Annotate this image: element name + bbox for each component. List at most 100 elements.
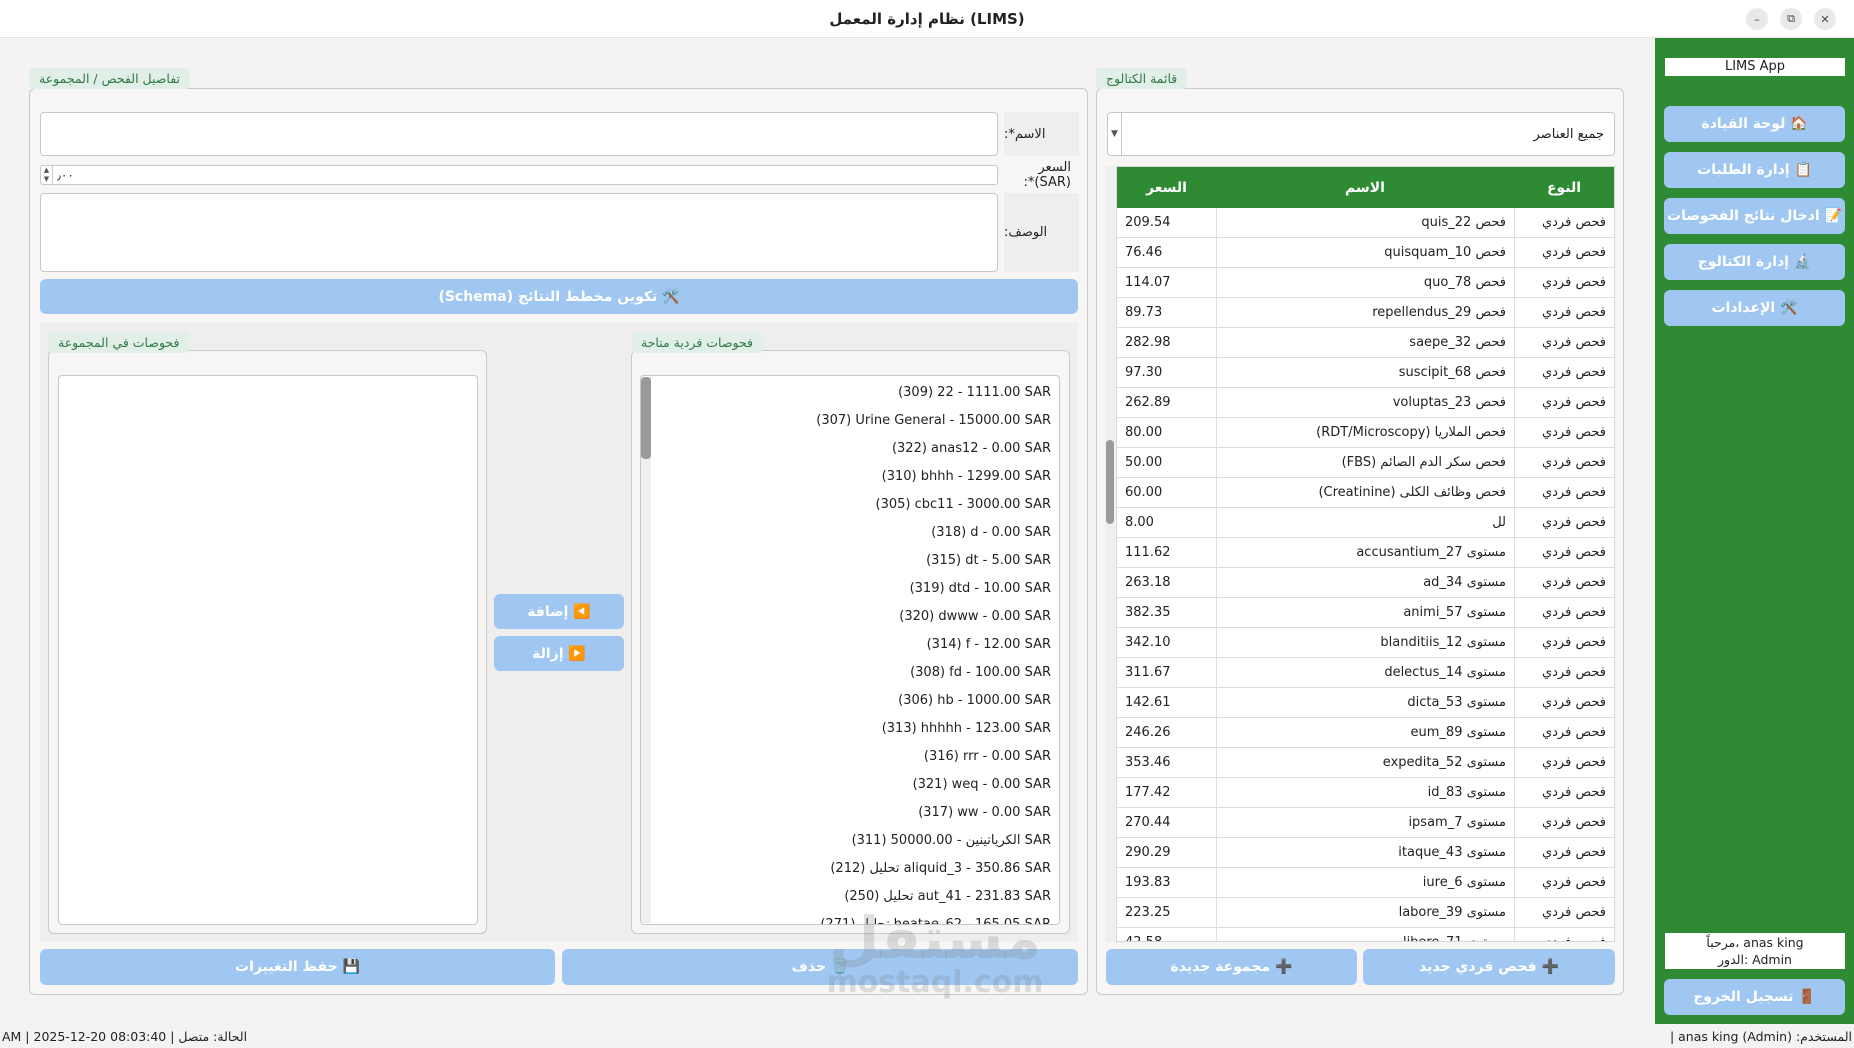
table-row[interactable]: فحص فردي فحص وظائف الكلى (Creatinine) 60.0…	[1117, 478, 1614, 508]
cell-price: 342.10	[1125, 635, 1171, 650]
cell-type: فحص فردي	[1514, 538, 1614, 567]
price-spinbox[interactable]: ▲ ▼ ٫٠٠	[40, 165, 998, 185]
catalog-scrollbar-thumb[interactable]	[1106, 440, 1114, 524]
catalog-filter-value: جميع العناصر	[1533, 126, 1604, 142]
list-item[interactable]: (321) weq - 0.00 SAR	[641, 770, 1059, 798]
add-to-group-button[interactable]: ◀️ إضافة	[494, 594, 624, 629]
cell-type: فحص فردي	[1514, 748, 1614, 777]
cell-price: 290.29	[1125, 845, 1171, 860]
list-item[interactable]: (320) dwww - 0.00 SAR	[641, 602, 1059, 630]
table-row[interactable]: فحص فردي فحص saepe_32 282.98	[1117, 328, 1614, 358]
table-row[interactable]: فحص فردي فحص voluptas_23 262.89	[1117, 388, 1614, 418]
sidebar-item-results-entry[interactable]: 📝 ادخال نتائج الفحوصات	[1664, 198, 1845, 234]
list-item[interactable]: (314) f - 12.00 SAR	[641, 630, 1059, 658]
cell-type: فحص فردي	[1514, 628, 1614, 657]
cell-name: مستوى accusantium_27	[1216, 538, 1514, 567]
catalog-filter-select[interactable]: ▼ جميع العناصر	[1107, 112, 1615, 156]
minimize-icon[interactable]: –	[1746, 8, 1768, 30]
list-item[interactable]: (212) تحليل aliquid_3 - 350.86 SAR	[641, 854, 1059, 882]
table-row[interactable]: فحص فردي فحص quis_22 209.54	[1117, 208, 1614, 238]
list-item[interactable]: (309) 22 - 1111.00 SAR	[641, 378, 1059, 406]
table-row[interactable]: فحص فردي فحص suscipit_68 97.30	[1117, 358, 1614, 388]
table-row[interactable]: فحص فردي مستوى iure_6 193.83	[1117, 868, 1614, 898]
list-item[interactable]: (250) تحليل aut_41 - 231.83 SAR	[641, 882, 1059, 910]
table-row[interactable]: فحص فردي مستوى eum_89 246.26	[1117, 718, 1614, 748]
table-row[interactable]: فحص فردي مستوى dicta_53 142.61	[1117, 688, 1614, 718]
available-tests-list[interactable]: (309) 22 - 1111.00 SAR (307) Urine Genera…	[640, 375, 1060, 925]
name-input[interactable]	[40, 112, 998, 156]
table-row[interactable]: فحص فردي مستوى id_83 177.42	[1117, 778, 1614, 808]
cell-price: 142.61	[1125, 695, 1171, 710]
catalog-group-title: قائمة الكتالوج	[1096, 68, 1188, 89]
sidebar-item-settings[interactable]: 🛠️ الإعدادات	[1664, 290, 1845, 326]
list-item[interactable]: (311) الكرياتينين - 50000.00 SAR	[641, 826, 1059, 854]
table-row[interactable]: فحص فردي مستوى ipsam_7 270.44	[1117, 808, 1614, 838]
configure-schema-button[interactable]: 🛠️ تكوين مخطط النتائج (Schema)	[40, 279, 1078, 314]
cell-name: فحص وظائف الكلى (Creatinine)	[1216, 478, 1514, 507]
list-item[interactable]: (306) hb - 1000.00 SAR	[641, 686, 1059, 714]
table-row[interactable]: فحص فردي فحص quisquam_10 76.46	[1117, 238, 1614, 268]
list-item[interactable]: (315) dt - 5.00 SAR	[641, 546, 1059, 574]
catalog-scrollbar[interactable]	[1105, 166, 1115, 942]
logout-button[interactable]: 🚪 تسجيل الخروج	[1664, 979, 1845, 1015]
list-item[interactable]: (316) rrr - 0.00 SAR	[641, 742, 1059, 770]
cell-price: 193.83	[1125, 875, 1171, 890]
cell-type: فحص فردي	[1514, 568, 1614, 597]
cell-name: مستوى animi_57	[1216, 598, 1514, 627]
description-textarea[interactable]	[40, 193, 998, 272]
save-changes-button[interactable]: 💾 حفظ التغييرات	[40, 949, 555, 985]
remove-from-group-button[interactable]: ▶️ إزالة	[494, 636, 624, 671]
available-list-scrollbar-thumb[interactable]	[641, 377, 651, 459]
cell-price: 353.46	[1125, 755, 1171, 770]
group-tests-list[interactable]	[58, 375, 478, 925]
cell-name: فحص الملاريا (RDT/Microscopy)	[1216, 418, 1514, 447]
cell-price: 76.46	[1125, 245, 1163, 260]
list-item[interactable]: (317) ww - 0.00 SAR	[641, 798, 1059, 826]
chevron-down-icon[interactable]: ▼	[1108, 113, 1122, 155]
maximize-icon[interactable]: ⧉	[1780, 8, 1802, 30]
table-row[interactable]: فحص فردي فحص quo_78 114.07	[1117, 268, 1614, 298]
cell-type: فحص فردي	[1514, 688, 1614, 717]
table-row[interactable]: فحص فردي فحص الملاريا (RDT/Microscopy) 80.…	[1117, 418, 1614, 448]
list-item[interactable]: (308) fd - 100.00 SAR	[641, 658, 1059, 686]
cell-price: 111.62	[1125, 545, 1171, 560]
list-item[interactable]: (305) cbc11 - 3000.00 SAR	[641, 490, 1059, 518]
sidebar-item-orders[interactable]: 📋 إدارة الطلبات	[1664, 152, 1845, 188]
user-info: مرحباً، anas king الدور: Admin	[1665, 933, 1845, 969]
table-row[interactable]: فحص فردي مستوى ad_34 263.18	[1117, 568, 1614, 598]
table-row[interactable]: فحص فردي فحص سكر الدم الصائم (FBS) 50.00	[1117, 448, 1614, 478]
spin-arrows-icon[interactable]: ▲ ▼	[41, 166, 53, 184]
table-row[interactable]: فحص فردي لل 8.00	[1117, 508, 1614, 538]
list-item[interactable]: (310) bhhh - 1299.00 SAR	[641, 462, 1059, 490]
table-row[interactable]: فحص فردي مستوى labore_39 223.25	[1117, 898, 1614, 928]
delete-button[interactable]: 🗑️ حذف	[562, 949, 1078, 985]
close-icon[interactable]: ✕	[1814, 8, 1836, 30]
catalog-table-body: فحص فردي فحص quis_22 209.54 فحص فردي فحص qui…	[1117, 208, 1614, 941]
table-row[interactable]: فحص فردي مستوى blanditiis_12 342.10	[1117, 628, 1614, 658]
cell-name: فحص suscipit_68	[1216, 358, 1514, 387]
price-value: ٫٠٠	[57, 168, 74, 182]
table-row[interactable]: فحص فردي مستوى animi_57 382.35	[1117, 598, 1614, 628]
list-item[interactable]: (271) تحليل beatae_62 - 165.05 SAR	[641, 910, 1059, 925]
table-row[interactable]: فحص فردي مستوى expedita_52 353.46	[1117, 748, 1614, 778]
connection-status: الحالة: متصل | 08:03:40 AM | 2025-12-20	[2, 1029, 248, 1044]
cell-name: مستوى delectus_14	[1216, 658, 1514, 687]
list-item[interactable]: (313) hhhhh - 123.00 SAR	[641, 714, 1059, 742]
table-row[interactable]: فحص فردي مستوى delectus_14 311.67	[1117, 658, 1614, 688]
table-row[interactable]: فحص فردي مستوى itaque_43 290.29	[1117, 838, 1614, 868]
new-test-button[interactable]: ➕ فحص فردي جديد	[1363, 949, 1615, 985]
list-item[interactable]: (322) anas12 - 0.00 SAR	[641, 434, 1059, 462]
sidebar-item-catalog[interactable]: 🔬 إدارة الكتالوج	[1664, 244, 1845, 280]
column-header-type[interactable]: النوع	[1514, 167, 1614, 208]
table-row[interactable]: فحص فردي فحص repellendus_29 89.73	[1117, 298, 1614, 328]
table-row[interactable]: فحص فردي مستوى accusantium_27 111.62	[1117, 538, 1614, 568]
sidebar-item-dashboard[interactable]: 🏠 لوحة القيادة	[1664, 106, 1845, 142]
new-group-button[interactable]: ➕ مجموعة جديدة	[1106, 949, 1357, 985]
cell-name: لل	[1216, 508, 1514, 537]
column-header-price[interactable]: السعر	[1117, 167, 1216, 208]
column-header-name[interactable]: الاسم	[1216, 167, 1514, 208]
table-row[interactable]: فحص فرديمستوى libero_7142.58	[1117, 928, 1614, 941]
list-item[interactable]: (307) Urine General - 15000.00 SAR	[641, 406, 1059, 434]
list-item[interactable]: (318) d - 0.00 SAR	[641, 518, 1059, 546]
list-item[interactable]: (319) dtd - 10.00 SAR	[641, 574, 1059, 602]
